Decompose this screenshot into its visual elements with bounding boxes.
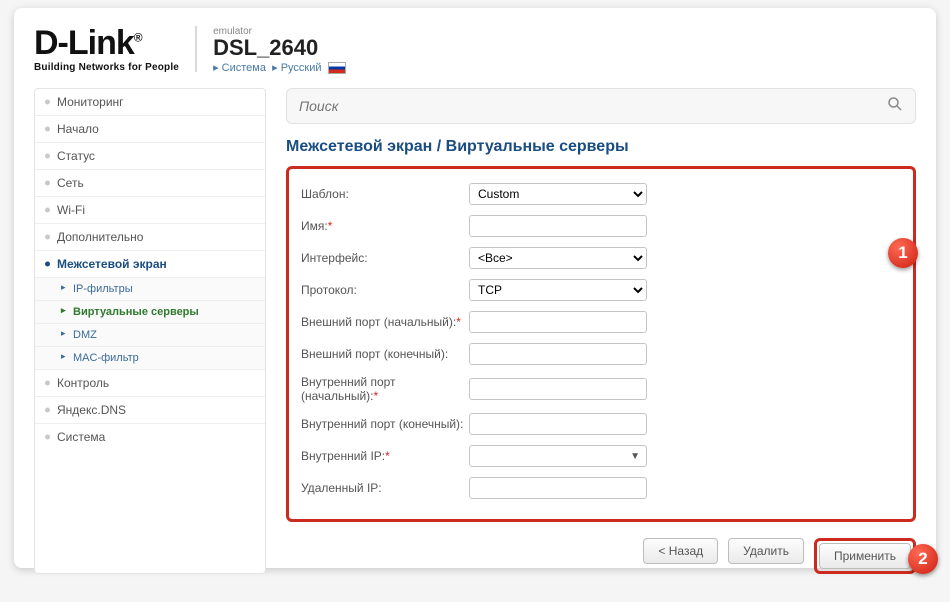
protocol-label: Протокол: xyxy=(301,283,469,297)
sidebar-sub-virtual-servers[interactable]: Виртуальные серверы xyxy=(35,301,265,324)
separator xyxy=(195,26,197,72)
sidebar-item-advanced[interactable]: Дополнительно xyxy=(35,224,265,251)
sidebar: Мониторинг Начало Статус Сеть Wi-Fi Допо… xyxy=(34,88,266,574)
protocol-select[interactable]: TCP xyxy=(469,279,647,301)
int-port-start-input[interactable] xyxy=(469,378,647,400)
page-title: Межсетевой экран / Виртуальные серверы xyxy=(286,138,916,156)
ext-port-start-label: Внешний порт (начальный):* xyxy=(301,315,469,329)
sidebar-sub-ip-filters[interactable]: IP-фильтры xyxy=(35,278,265,301)
main-content: 1 Межсетевой экран / Виртуальные серверы… xyxy=(286,88,916,574)
interface-select[interactable]: <Все> xyxy=(469,247,647,269)
search-input[interactable] xyxy=(299,98,887,114)
remote-ip-label: Удаленный IP: xyxy=(301,481,469,495)
flag-ru-icon xyxy=(328,62,346,74)
header: D-Link® Building Networks for People emu… xyxy=(34,26,916,74)
sidebar-item-start[interactable]: Начало xyxy=(35,116,265,143)
annotation-badge-2: 2 xyxy=(908,544,938,574)
sidebar-item-control[interactable]: Контроль xyxy=(35,370,265,397)
sidebar-item-system[interactable]: Система xyxy=(35,424,265,450)
template-label: Шаблон: xyxy=(301,187,469,201)
back-button[interactable]: < Назад xyxy=(643,538,718,564)
ext-port-start-input[interactable] xyxy=(469,311,647,333)
remote-ip-input[interactable] xyxy=(469,477,647,499)
link-system[interactable]: Система xyxy=(222,62,266,74)
annotation-badge-1: 1 xyxy=(888,238,918,268)
name-label: Имя:* xyxy=(301,219,469,233)
sidebar-item-wifi[interactable]: Wi-Fi xyxy=(35,197,265,224)
sidebar-item-status[interactable]: Статус xyxy=(35,143,265,170)
button-bar: < Назад Удалить Применить xyxy=(286,538,916,574)
ext-port-end-label: Внешний порт (конечный): xyxy=(301,347,469,361)
form-area: Шаблон: Custom Имя:* Интерфейс: <Все> xyxy=(286,166,916,522)
model-block: emulator DSL_2640 ▸ Система ▸ Русский xyxy=(213,26,346,74)
sidebar-item-firewall[interactable]: Межсетевой экран xyxy=(35,251,265,278)
ext-port-end-input[interactable] xyxy=(469,343,647,365)
search-icon[interactable] xyxy=(887,96,903,117)
int-port-end-input[interactable] xyxy=(469,413,647,435)
model-name: DSL_2640 xyxy=(213,37,346,59)
header-links: ▸ Система ▸ Русский xyxy=(213,61,346,74)
logo-tagline: Building Networks for People xyxy=(34,62,179,73)
sidebar-item-yandex-dns[interactable]: Яндекс.DNS xyxy=(35,397,265,424)
int-port-end-label: Внутренний порт (конечный): xyxy=(301,417,469,431)
apply-button[interactable]: Применить xyxy=(819,543,911,569)
interface-label: Интерфейс: xyxy=(301,251,469,265)
delete-button[interactable]: Удалить xyxy=(728,538,804,564)
int-port-start-label: Внутренний порт (начальный):* xyxy=(301,375,469,403)
int-ip-label: Внутренний IP:* xyxy=(301,449,469,463)
sidebar-sub-mac-filter[interactable]: MAC-фильтр xyxy=(35,347,265,370)
search-box xyxy=(286,88,916,124)
name-input[interactable] xyxy=(469,215,647,237)
logo: D-Link® Building Networks for People xyxy=(34,26,179,73)
int-ip-combo[interactable]: ▼ xyxy=(469,445,647,467)
template-select[interactable]: Custom xyxy=(469,183,647,205)
link-language[interactable]: Русский xyxy=(281,62,322,74)
logo-text: D-Link® xyxy=(34,26,179,60)
sidebar-item-monitoring[interactable]: Мониторинг xyxy=(35,89,265,116)
magnifier-icon xyxy=(887,96,903,112)
sidebar-sub-dmz[interactable]: DMZ xyxy=(35,324,265,347)
apply-highlight: Применить xyxy=(814,538,916,574)
chevron-down-icon: ▼ xyxy=(630,451,640,462)
sidebar-subitems: IP-фильтры Виртуальные серверы DMZ MAC-ф… xyxy=(35,278,265,370)
sidebar-item-network[interactable]: Сеть xyxy=(35,170,265,197)
